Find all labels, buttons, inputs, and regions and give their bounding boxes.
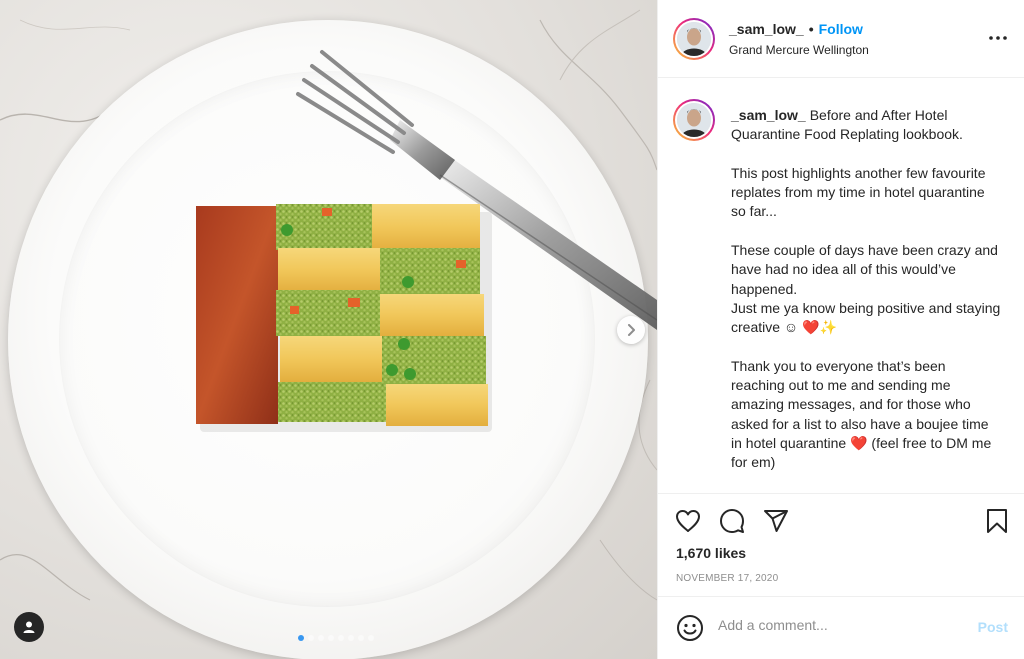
carousel-dot bbox=[308, 635, 314, 641]
avatar[interactable] bbox=[673, 18, 715, 60]
heart-icon bbox=[676, 510, 700, 532]
caption-paragraph: This post highlights another few favouri… bbox=[731, 164, 986, 220]
user-tag-icon bbox=[23, 621, 35, 633]
follow-button[interactable]: Follow bbox=[819, 21, 863, 37]
likes-count[interactable]: 1,670 likes bbox=[676, 545, 746, 561]
comment-icon bbox=[720, 509, 744, 533]
carousel-dot bbox=[368, 635, 374, 641]
smiley-icon bbox=[677, 615, 703, 641]
more-options-button[interactable] bbox=[989, 27, 1007, 45]
post-date[interactable]: NOVEMBER 17, 2020 bbox=[676, 573, 778, 584]
next-slide-button[interactable] bbox=[617, 316, 645, 344]
caption-area: _sam_low_ Before and After Hotel Quaranti… bbox=[658, 79, 1024, 492]
sparkles-emoji: ✨ bbox=[819, 319, 837, 336]
caption-text: _sam_low_ Before and After Hotel Quaranti… bbox=[731, 106, 1001, 492]
tagged-users-button[interactable] bbox=[14, 612, 44, 642]
share-icon bbox=[764, 510, 788, 532]
caption-paragraph: Just me ya know being positive and stayi… bbox=[731, 299, 1001, 336]
post-media[interactable] bbox=[0, 0, 657, 659]
comment-input[interactable] bbox=[718, 617, 958, 633]
emoji-picker-button[interactable] bbox=[676, 614, 704, 647]
carousel-dot bbox=[338, 635, 344, 641]
profile-photo bbox=[677, 103, 711, 137]
like-button[interactable] bbox=[674, 507, 702, 535]
more-horizontal-icon bbox=[989, 36, 1007, 40]
bookmark-icon bbox=[987, 509, 1007, 533]
carousel-dot bbox=[298, 635, 304, 641]
heart-emoji: ❤️ bbox=[850, 435, 868, 452]
heart-emoji: ❤️ bbox=[802, 319, 820, 336]
caption-avatar[interactable] bbox=[673, 99, 715, 141]
caption-username[interactable]: _sam_low_ bbox=[731, 107, 806, 123]
post-actions: 1,670 likes NOVEMBER 17, 2020 bbox=[658, 493, 1024, 595]
share-button[interactable] bbox=[762, 507, 790, 535]
carousel-dot bbox=[328, 635, 334, 641]
profile-photo bbox=[677, 22, 711, 56]
post-panel: _sam_low_ • Follow Grand Mercure Welling… bbox=[657, 0, 1024, 659]
separator-dot: • bbox=[808, 21, 814, 37]
post-header: _sam_low_ • Follow Grand Mercure Welling… bbox=[658, 0, 1024, 78]
save-button[interactable] bbox=[983, 507, 1011, 535]
post-author-username[interactable]: _sam_low_ bbox=[729, 21, 804, 37]
comment-button[interactable] bbox=[718, 507, 746, 535]
carousel-dot bbox=[348, 635, 354, 641]
carousel-indicator bbox=[298, 635, 374, 641]
chevron-right-icon bbox=[628, 324, 635, 336]
comment-bar: Post bbox=[658, 596, 1024, 659]
post-location[interactable]: Grand Mercure Wellington bbox=[729, 43, 869, 57]
plated-food bbox=[196, 204, 492, 432]
carousel-dot bbox=[318, 635, 324, 641]
caption-paragraph: These couple of days have been crazy and… bbox=[731, 242, 998, 297]
carousel-dot bbox=[358, 635, 364, 641]
post-comment-button[interactable]: Post bbox=[978, 619, 1008, 635]
